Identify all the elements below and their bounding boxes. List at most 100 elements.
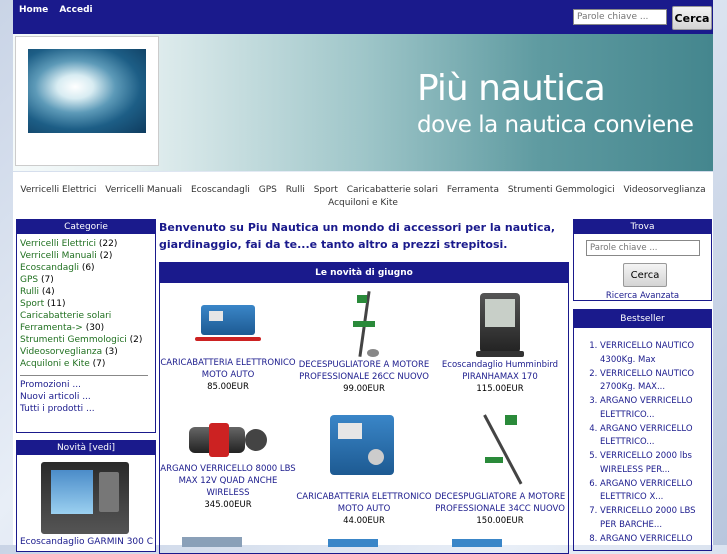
nav-item[interactable]: Videosorveglianza [623, 185, 705, 195]
product-card: CARICABATTERIA ELETTRONICO MOTO AUTO 85.… [160, 291, 296, 393]
promotions-link[interactable]: Promozioni ... [20, 380, 81, 390]
product-card: Ecoscandaglio Humminbird PIRANHAMAX 170 … [432, 291, 568, 395]
new-products-link[interactable]: Nuovi articoli ... [20, 392, 91, 402]
product-price: 345.00EUR [204, 500, 252, 510]
bestseller-item: ARGANO VERRICELLO ELETTRICO... [600, 423, 707, 450]
nav-item[interactable]: Strumenti Gemmologici [508, 185, 615, 195]
category-item: Sport (11) [20, 298, 155, 310]
category-item: Videosorveglianza (3) [20, 346, 155, 358]
category-link[interactable]: Ferramenta-> [20, 323, 83, 333]
battery-charger-icon[interactable] [193, 291, 263, 349]
category-count: (7) [89, 359, 106, 369]
logo-frame [15, 36, 159, 166]
category-link[interactable]: Rulli [20, 287, 39, 297]
categories-box: Categorie Verricelli Elettrici (22) Verr… [16, 219, 156, 433]
category-item: Ecoscandagli (6) [20, 262, 155, 274]
product-name[interactable]: CARICABATTERIA ELETTRONICO MOTO AUTO [160, 357, 296, 381]
product-name[interactable]: DECESPUGLIATORE A MOTORE PROFESSIONALE 3… [432, 491, 568, 515]
category-nav-row: Acquiloni e Kite [13, 198, 713, 208]
bestseller-link[interactable]: ARGANO VERRICELLO ELETTRICO X... [600, 479, 693, 503]
product-card: ARGANO VERRICELLO 8000 LBS MAX 12V QUAD … [160, 413, 296, 511]
find-box: Trova Cerca Ricerca Avanzata [573, 219, 712, 301]
product-card: DECESPUGLIATORE A MOTORE PROFESSIONALE 2… [296, 291, 432, 395]
category-link[interactable]: Ecoscandagli [20, 263, 79, 273]
category-link[interactable]: Verricelli Manuali [20, 251, 97, 261]
all-products-link[interactable]: Tutti i prodotti ... [20, 404, 95, 414]
search-button[interactable]: Cerca [672, 6, 712, 30]
bestseller-link[interactable]: ARGANO VERRICELLO ELETTRICO... [600, 396, 693, 420]
news-caption[interactable]: Ecoscandaglio GARMIN 300 C [20, 537, 153, 547]
find-button[interactable]: Cerca [623, 263, 667, 287]
nav-item[interactable]: GPS [259, 185, 277, 195]
category-link[interactable]: Verricelli Elettrici [20, 239, 96, 249]
category-link[interactable]: GPS [20, 275, 38, 285]
bestseller-link[interactable]: VERRICELLO NAUTICO 4300Kg. Max [600, 341, 694, 365]
category-link[interactable]: Strumenti Gemmologici [20, 335, 127, 345]
wave-image [28, 49, 146, 133]
extra-links: Promozioni ... Nuovi articoli ... Tutti … [17, 379, 155, 415]
category-count: (11) [44, 299, 66, 309]
bestseller-link[interactable]: ARGANO VERRICELLO ELETTRICO... [600, 424, 693, 448]
category-link[interactable]: Sport [20, 299, 44, 309]
product-price: 85.00EUR [207, 382, 249, 392]
nav-item[interactable]: Ferramenta [447, 185, 499, 195]
nav-item[interactable]: Sport [314, 185, 338, 195]
product-thumbnail[interactable] [182, 537, 242, 547]
nav-item[interactable]: Verricelli Elettrici [20, 185, 96, 195]
home-link[interactable]: Home [19, 5, 48, 15]
winch-icon[interactable] [183, 413, 273, 463]
bestseller-item: ARGANO VERRICELLO ELETTRICO... [600, 395, 707, 422]
product-thumbnail[interactable] [452, 539, 502, 547]
site-title: Più nautica [417, 68, 606, 109]
category-count: (2) [96, 251, 113, 261]
nav-item[interactable]: Acquiloni e Kite [328, 198, 398, 208]
categories-list: Verricelli Elettrici (22) Verricelli Man… [17, 234, 155, 370]
find-input[interactable] [586, 240, 700, 256]
product-name[interactable]: Ecoscandaglio Humminbird PIRANHAMAX 170 [432, 359, 568, 383]
top-nav: Home Accedi [19, 5, 101, 15]
nav-item[interactable]: Rulli [286, 185, 305, 195]
header-banner: Più nautica dove la nautica conviene [13, 34, 713, 171]
category-item: Caricabatterie solari [20, 310, 155, 322]
brush-cutter-icon[interactable] [465, 413, 535, 485]
gps-product-image[interactable] [41, 462, 129, 534]
advanced-search-link[interactable]: Ricerca Avanzata [574, 291, 711, 301]
product-name[interactable]: ARGANO VERRICELLO 8000 LBS MAX 12V QUAD … [160, 463, 296, 499]
category-item: Verricelli Manuali (2) [20, 250, 155, 262]
news-box-title[interactable]: Novità [vedi] [17, 441, 155, 455]
product-price: 115.00EUR [476, 384, 524, 394]
nav-item[interactable]: Caricabatterie solari [347, 185, 438, 195]
bestseller-item: VERRICELLO 2000 lbs WIRELESS PER... [600, 450, 707, 477]
fishfinder-icon[interactable] [472, 291, 528, 359]
bestseller-link[interactable]: VERRICELLO 2000 lbs WIRELESS PER... [600, 451, 692, 475]
bestseller-link[interactable]: VERRICELLO 2000 LBS PER BARCHE... [600, 506, 696, 530]
new-products-title: Le novità di giugno [160, 263, 568, 283]
category-link[interactable]: Videosorveglianza [20, 347, 102, 357]
product-price: 44.00EUR [343, 516, 385, 526]
new-products-box: Le novità di giugno CARICABATTERIA ELETT… [159, 262, 569, 554]
bestseller-link[interactable]: VERRICELLO NAUTICO 2700Kg. MAX... [600, 369, 694, 393]
battery-charger-icon[interactable] [326, 413, 402, 483]
bestseller-list: VERRICELLO NAUTICO 4300Kg. Max VERRICELL… [574, 328, 711, 546]
category-link[interactable]: Acquiloni e Kite [20, 359, 90, 369]
main-content: Benvenuto su Piu Nautica un mondo di acc… [157, 214, 570, 554]
bestseller-box: Bestseller VERRICELLO NAUTICO 4300Kg. Ma… [573, 309, 712, 551]
product-name[interactable]: DECESPUGLIATORE A MOTORE PROFESSIONALE 2… [296, 359, 432, 383]
bestseller-item: VERRICELLO 2000 LBS PER BARCHE... [600, 505, 707, 532]
category-link[interactable]: Caricabatterie solari [20, 311, 111, 321]
brush-cutter-icon[interactable] [329, 291, 399, 359]
category-count: (30) [82, 323, 105, 333]
nav-item[interactable]: Ecoscandagli [191, 185, 250, 195]
bestseller-item: ARGANO VERRICELLO ELETTRICO X... [600, 478, 707, 505]
find-box-title: Trova [574, 220, 711, 234]
login-link[interactable]: Accedi [59, 5, 92, 15]
news-box: Novità [vedi] Ecoscandaglio GARMIN 300 C [16, 440, 156, 552]
product-thumbnail[interactable] [328, 539, 378, 547]
category-item: Acquiloni e Kite (7) [20, 358, 155, 370]
category-count: (4) [39, 287, 55, 297]
category-count: (6) [78, 263, 95, 273]
product-name[interactable]: CARICABATTERIA ELETTRONICO MOTO AUTO [296, 491, 432, 515]
bestseller-link[interactable]: ARGANO VERRICELLO [600, 534, 693, 544]
nav-item[interactable]: Verricelli Manuali [105, 185, 182, 195]
search-input[interactable] [573, 9, 667, 25]
